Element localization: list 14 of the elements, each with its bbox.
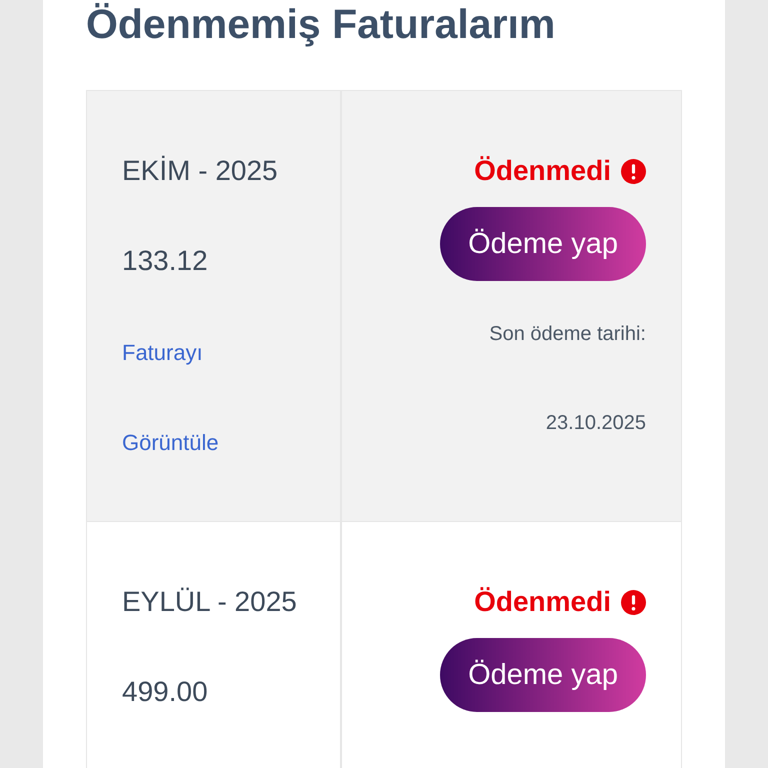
due-date-label: Son ödeme tarihi: [489,322,646,347]
invoice-amount: 499.00 [122,675,208,709]
pay-button[interactable]: Ödeme yap [440,638,646,712]
payment-status: Ödenmedi [474,154,611,188]
alert-icon [621,590,646,614]
view-invoice-link[interactable]: Faturayı Görüntüle [122,308,242,488]
alert-icon [621,158,646,184]
invoice-period: EYLÜL - 2025 [122,585,297,619]
due-date: 23.10.2025 [546,411,646,436]
invoice-period: EKİM - 2025 [122,154,278,188]
pay-button[interactable]: Ödeme yap [440,207,646,281]
payment-status: Ödenmedi [474,585,611,619]
page-title: Ödenmemiş Faturalarım [86,0,556,48]
invoice-amount: 133.12 [122,244,208,278]
